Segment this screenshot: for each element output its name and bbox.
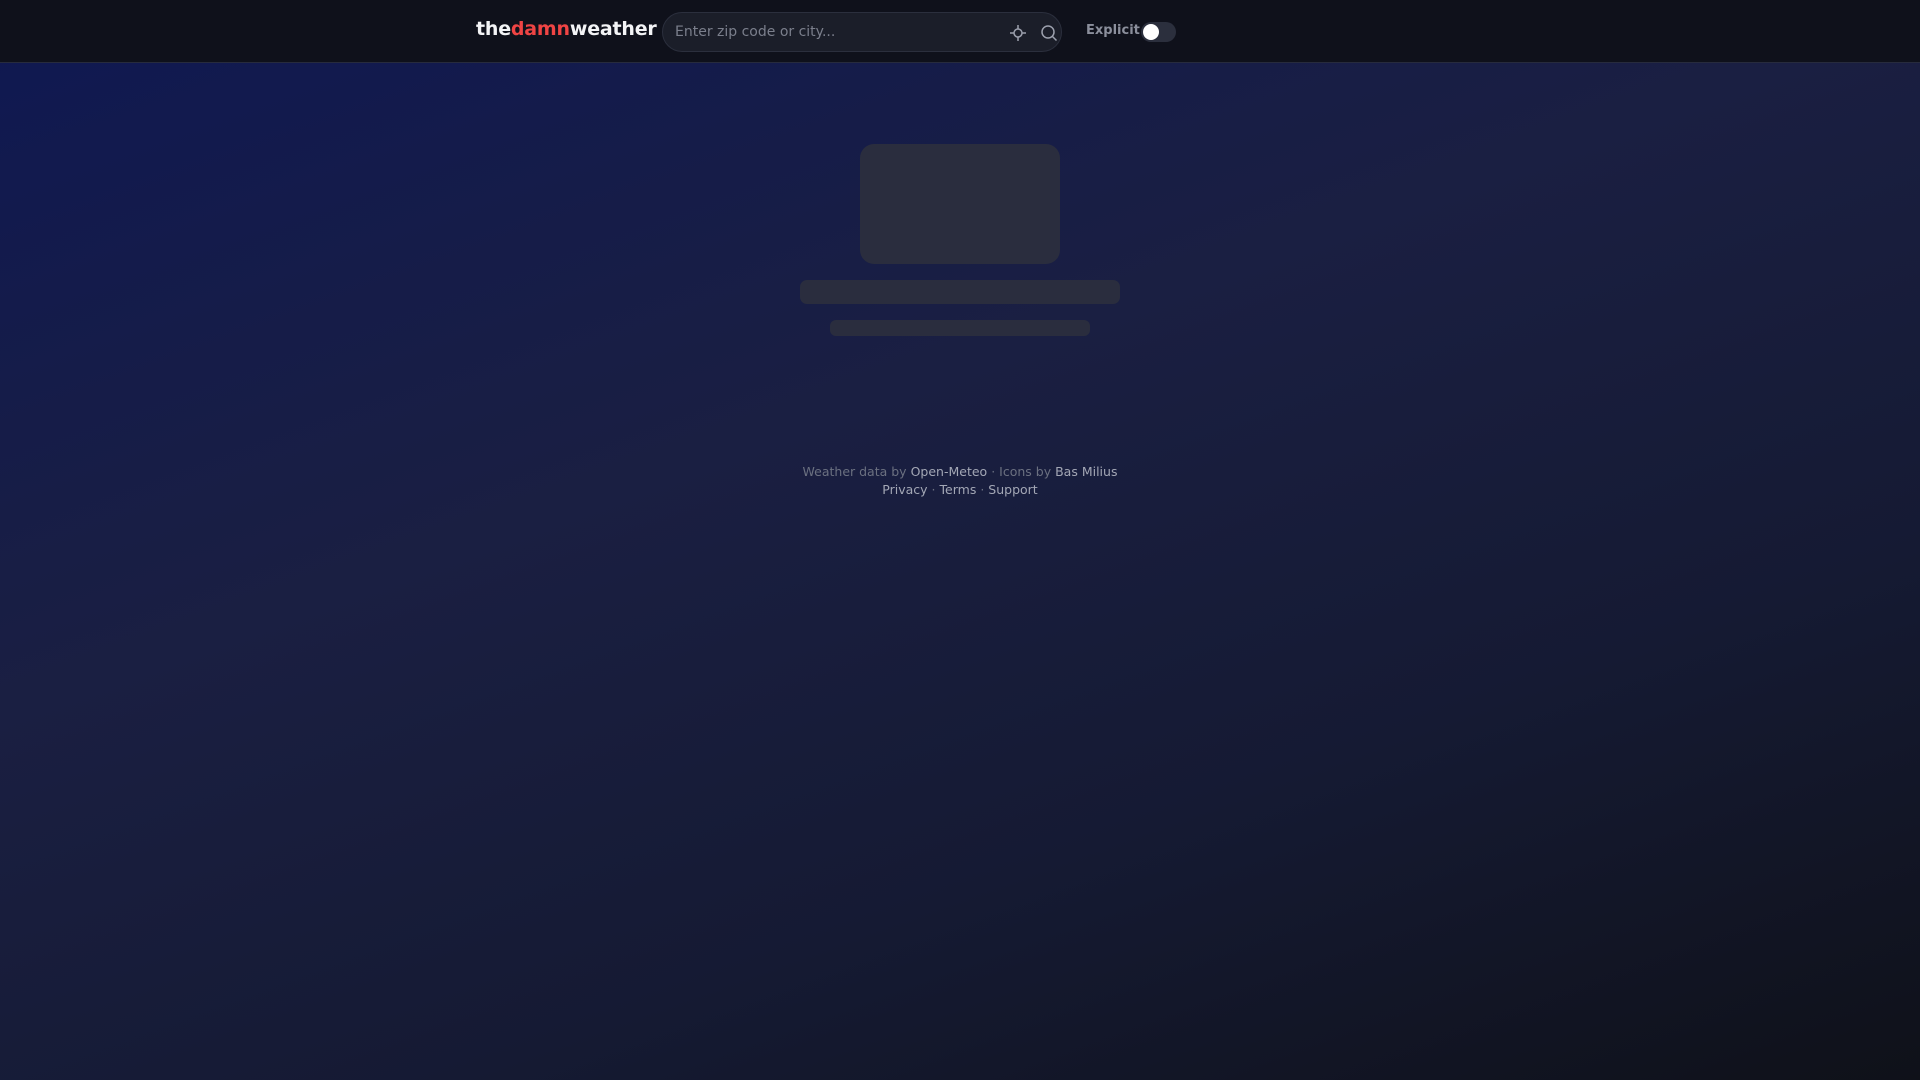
- explicit-toggle[interactable]: [1141, 22, 1176, 42]
- support-link[interactable]: Support: [988, 482, 1037, 497]
- search-input[interactable]: [675, 13, 975, 51]
- logo-damn: damn: [510, 18, 570, 40]
- separator: ·: [980, 482, 985, 497]
- logo-the: the: [476, 18, 511, 40]
- open-meteo-link[interactable]: Open-Meteo: [911, 464, 988, 479]
- separator: ·: [931, 482, 936, 497]
- logo[interactable]: thedamnweather: [476, 18, 657, 40]
- logo-weather: weather: [569, 18, 657, 40]
- footer-links: Privacy · Terms · Support: [0, 482, 1920, 497]
- icons-credit-text: Icons by: [999, 464, 1052, 479]
- top-header: thedamnweather Explicit: [0, 0, 1920, 63]
- search-box: [662, 12, 1062, 52]
- locate-icon[interactable]: [1008, 23, 1028, 43]
- privacy-link[interactable]: Privacy: [882, 482, 927, 497]
- skeleton-title: [800, 280, 1120, 304]
- footer-credits: Weather data by Open-Meteo · Icons by Ba…: [0, 464, 1920, 479]
- search-icon[interactable]: [1039, 23, 1059, 43]
- weather-credit-text: Weather data by: [802, 464, 907, 479]
- skeleton-subtitle: [830, 320, 1090, 336]
- separator: ·: [991, 464, 996, 479]
- bas-milius-link[interactable]: Bas Milius: [1055, 464, 1117, 479]
- toggle-knob: [1143, 24, 1159, 40]
- explicit-label: Explicit: [1086, 23, 1140, 38]
- terms-link[interactable]: Terms: [940, 482, 977, 497]
- skeleton-icon: [860, 144, 1060, 264]
